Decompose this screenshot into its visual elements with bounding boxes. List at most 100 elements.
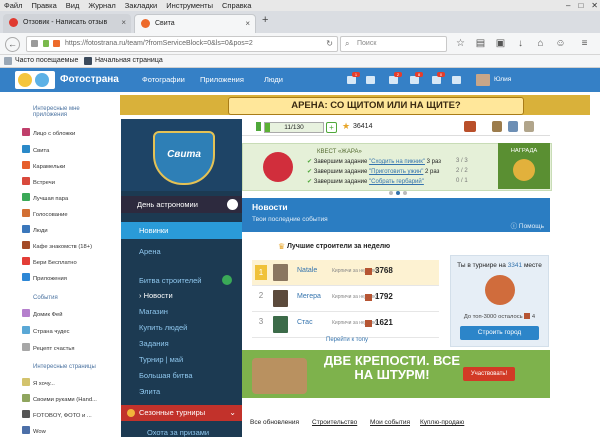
game-nav-buy-people[interactable]: Купить людей — [139, 323, 187, 332]
quest-reward[interactable]: НАГРАДА — [498, 143, 550, 189]
tab-svita[interactable]: Свита × — [134, 14, 256, 33]
table-row[interactable]: 3 Стас Кирпичи за неделю 1621 — [252, 312, 439, 338]
tab-close-icon[interactable]: × — [121, 14, 126, 32]
arena-banner[interactable]: АРЕНА: СО ЩИТОМ ИЛИ НА ЩИТЕ? — [120, 95, 590, 115]
game-nav-tasks[interactable]: Задания — [139, 339, 169, 348]
menu-tools[interactable]: Инструменты — [166, 1, 213, 10]
player-name[interactable]: Мегера — [297, 293, 321, 300]
sidebar-item[interactable]: Wow — [22, 426, 46, 436]
avatar[interactable] — [273, 264, 288, 281]
help-link[interactable]: ⓘ Помощь — [511, 220, 544, 230]
menu-edit[interactable]: Правка — [31, 1, 56, 10]
sidebar-item[interactable]: Приложения — [22, 273, 67, 283]
quest-task-link[interactable]: "Сходить на пикник" — [369, 159, 425, 165]
photo-icon[interactable] — [389, 76, 398, 84]
astronomy-day-banner[interactable]: День астрономии — [121, 196, 242, 213]
menu-file[interactable]: Файл — [4, 1, 22, 10]
quest-task-link[interactable]: "Приготовить ужин" — [369, 169, 423, 175]
game-nav-builders-battle[interactable]: Битва строителей — [139, 276, 201, 285]
pager-dot[interactable] — [403, 191, 407, 195]
tab-construction[interactable]: Строительство — [312, 415, 357, 431]
minimize-icon[interactable]: – — [566, 1, 570, 10]
pager-dot-active[interactable] — [396, 191, 400, 195]
music-icon[interactable] — [347, 76, 356, 84]
nav-people[interactable]: Люди — [264, 68, 283, 92]
avatar[interactable] — [476, 74, 490, 86]
game-nav-elite[interactable]: Элита — [139, 387, 160, 396]
player-name[interactable]: Стас — [297, 319, 313, 326]
reading-list-icon[interactable]: ▤ — [474, 37, 487, 50]
tab-close-icon[interactable]: × — [245, 15, 250, 33]
bookmark-start-page[interactable]: Начальная страница — [95, 55, 163, 67]
avatar[interactable] — [485, 275, 515, 305]
menu-history[interactable]: Журнал — [88, 1, 115, 10]
menu-icon[interactable]: ≡ — [578, 37, 591, 50]
avatar[interactable] — [273, 290, 288, 307]
player-name[interactable]: Natale — [297, 267, 317, 274]
game-nav-novinki[interactable]: Новинки — [139, 226, 168, 235]
build-city-button[interactable]: Строить город — [460, 326, 539, 340]
feed-icon[interactable] — [366, 76, 375, 84]
nav-apps[interactable]: Приложения — [200, 68, 244, 92]
helmet-icon[interactable] — [524, 121, 534, 132]
sidebar-item[interactable]: Люди — [22, 225, 48, 235]
game-nav-big-battle[interactable]: Большая битва — [139, 371, 193, 380]
go-to-top-link[interactable]: Перейти к топу — [326, 337, 368, 343]
star-icon[interactable]: ☆ — [454, 37, 467, 50]
tab-all-updates[interactable]: Все обновления — [250, 415, 299, 431]
username[interactable]: Юлия — [494, 68, 511, 92]
game-nav-news[interactable]: › Новости — [139, 291, 173, 300]
sidebar-item[interactable]: Карамельки — [22, 161, 65, 171]
nav-photos[interactable]: Фотографии — [142, 68, 185, 92]
menu-bookmarks[interactable]: Закладки — [125, 1, 157, 10]
quest-task-link[interactable]: "Собрать гербарий" — [369, 179, 424, 185]
sidebar-item[interactable]: Встречи — [22, 177, 55, 187]
reload-icon[interactable]: ↻ — [326, 37, 333, 51]
game-nav-hunt[interactable]: Охота за призами — [147, 428, 209, 437]
mail-icon[interactable] — [508, 121, 518, 132]
sidebar-item[interactable]: Рецепт счастья — [22, 343, 75, 353]
table-row[interactable]: 2 Мегера Кирпичи за неделю 1792 — [252, 286, 439, 312]
sidebar-item[interactable]: Своими руками (Hand... — [22, 394, 97, 404]
storm-banner[interactable]: ДВЕ КРЕПОСТИ. ВСЕ НА ШТУРМ! Участвовать! — [242, 350, 550, 398]
add-energy-button[interactable]: + — [326, 122, 337, 133]
sidebar-item[interactable]: Я хочу... — [22, 378, 55, 388]
sidebar-item[interactable]: Страна чудес — [22, 326, 70, 336]
sidebar-item[interactable]: Домик Фей — [22, 309, 62, 319]
lock-icon[interactable]: ▣ — [494, 37, 507, 50]
sidebar-item[interactable]: FOTOBOY, ФОТО и ... — [22, 410, 92, 420]
sidebar-item[interactable]: Свита — [22, 145, 49, 155]
sidebar-item[interactable]: Лицо с обложки — [22, 128, 75, 138]
fotostrana-logo-icon[interactable] — [15, 71, 55, 89]
url-bar[interactable]: https://fotostrana.ru/team/?fromServiceB… — [26, 36, 338, 52]
search-input[interactable]: ⌕ Поиск — [340, 36, 447, 52]
sidebar-item[interactable]: Лучшая пара — [22, 193, 68, 203]
game-nav-shop[interactable]: Магазин — [139, 307, 168, 316]
castle-icon[interactable] — [464, 121, 476, 132]
home-icon[interactable]: ⌂ — [534, 37, 547, 50]
maximize-icon[interactable]: □ — [578, 1, 583, 10]
close-icon[interactable]: ✕ — [591, 1, 598, 10]
back-icon[interactable]: ← — [5, 37, 20, 52]
smiley-icon[interactable]: ☺ — [554, 37, 567, 50]
sidebar-item[interactable]: Бери Бесплатно — [22, 257, 77, 267]
chest-icon[interactable] — [492, 121, 502, 132]
new-tab-button[interactable]: + — [262, 14, 268, 26]
messages-icon[interactable] — [410, 76, 419, 84]
menu-view[interactable]: Вид — [66, 1, 80, 10]
menu-help[interactable]: Справка — [222, 1, 251, 10]
sidebar-item[interactable]: Кафе знакомств (18+) — [22, 241, 92, 251]
game-nav-arena[interactable]: Арена — [139, 247, 161, 256]
pager-dot[interactable] — [389, 191, 393, 195]
game-nav-seasonal[interactable]: Сезонные турниры ⌄ — [121, 405, 242, 421]
tab-my-events[interactable]: Мои события — [370, 415, 410, 431]
tab-buy-sell[interactable]: Куплю-продаю — [420, 415, 464, 431]
tab-otzovik[interactable]: Отзовик - Написать отзыв × — [3, 14, 131, 33]
avatar[interactable] — [273, 316, 288, 333]
page-info-icon[interactable] — [31, 40, 38, 47]
sidebar-item[interactable]: Голосование — [22, 209, 68, 219]
site-logo-text[interactable]: Фотострана — [60, 68, 119, 92]
users-icon[interactable] — [452, 76, 461, 84]
participate-button[interactable]: Участвовать! — [463, 367, 515, 381]
game-nav-tournament[interactable]: Турнир | май — [139, 355, 183, 364]
